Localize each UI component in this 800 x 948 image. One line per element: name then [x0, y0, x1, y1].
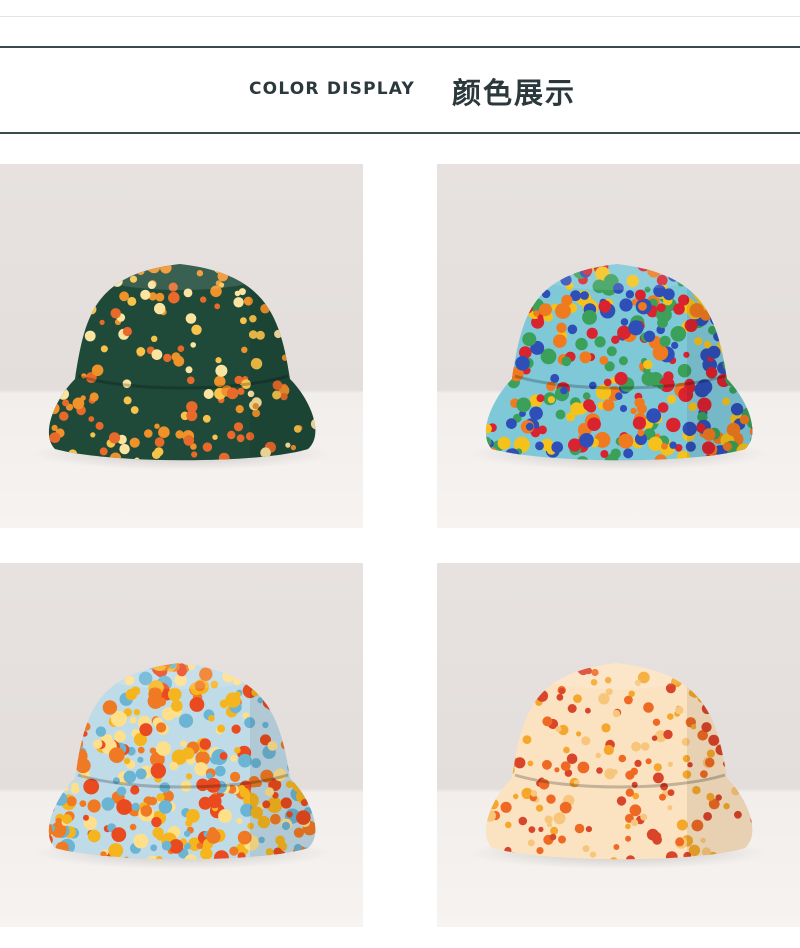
title-row: COLOR DISPLAY 颜色展示 [0, 64, 800, 114]
product-photo-cream-dot[interactable] [437, 563, 800, 927]
cream-orange-dot-hat-illustration [437, 563, 800, 927]
product-photo-dark-green[interactable] [0, 164, 363, 528]
title-english: COLOR DISPLAY [249, 79, 416, 99]
header-top-rule [0, 46, 800, 48]
light-blue-orange-floral-hat-illustration [0, 563, 363, 927]
title-chinese: 颜色展示 [452, 76, 577, 110]
product-photo-light-blue-floral[interactable] [0, 563, 363, 927]
blue-red-floral-hat-illustration [437, 164, 800, 528]
dark-green-dot-hat-illustration [0, 164, 363, 528]
product-photo-blue-red-floral[interactable] [437, 164, 800, 528]
header-bottom-rule [0, 132, 800, 134]
section-header: COLOR DISPLAY 颜色展示 [0, 0, 800, 140]
